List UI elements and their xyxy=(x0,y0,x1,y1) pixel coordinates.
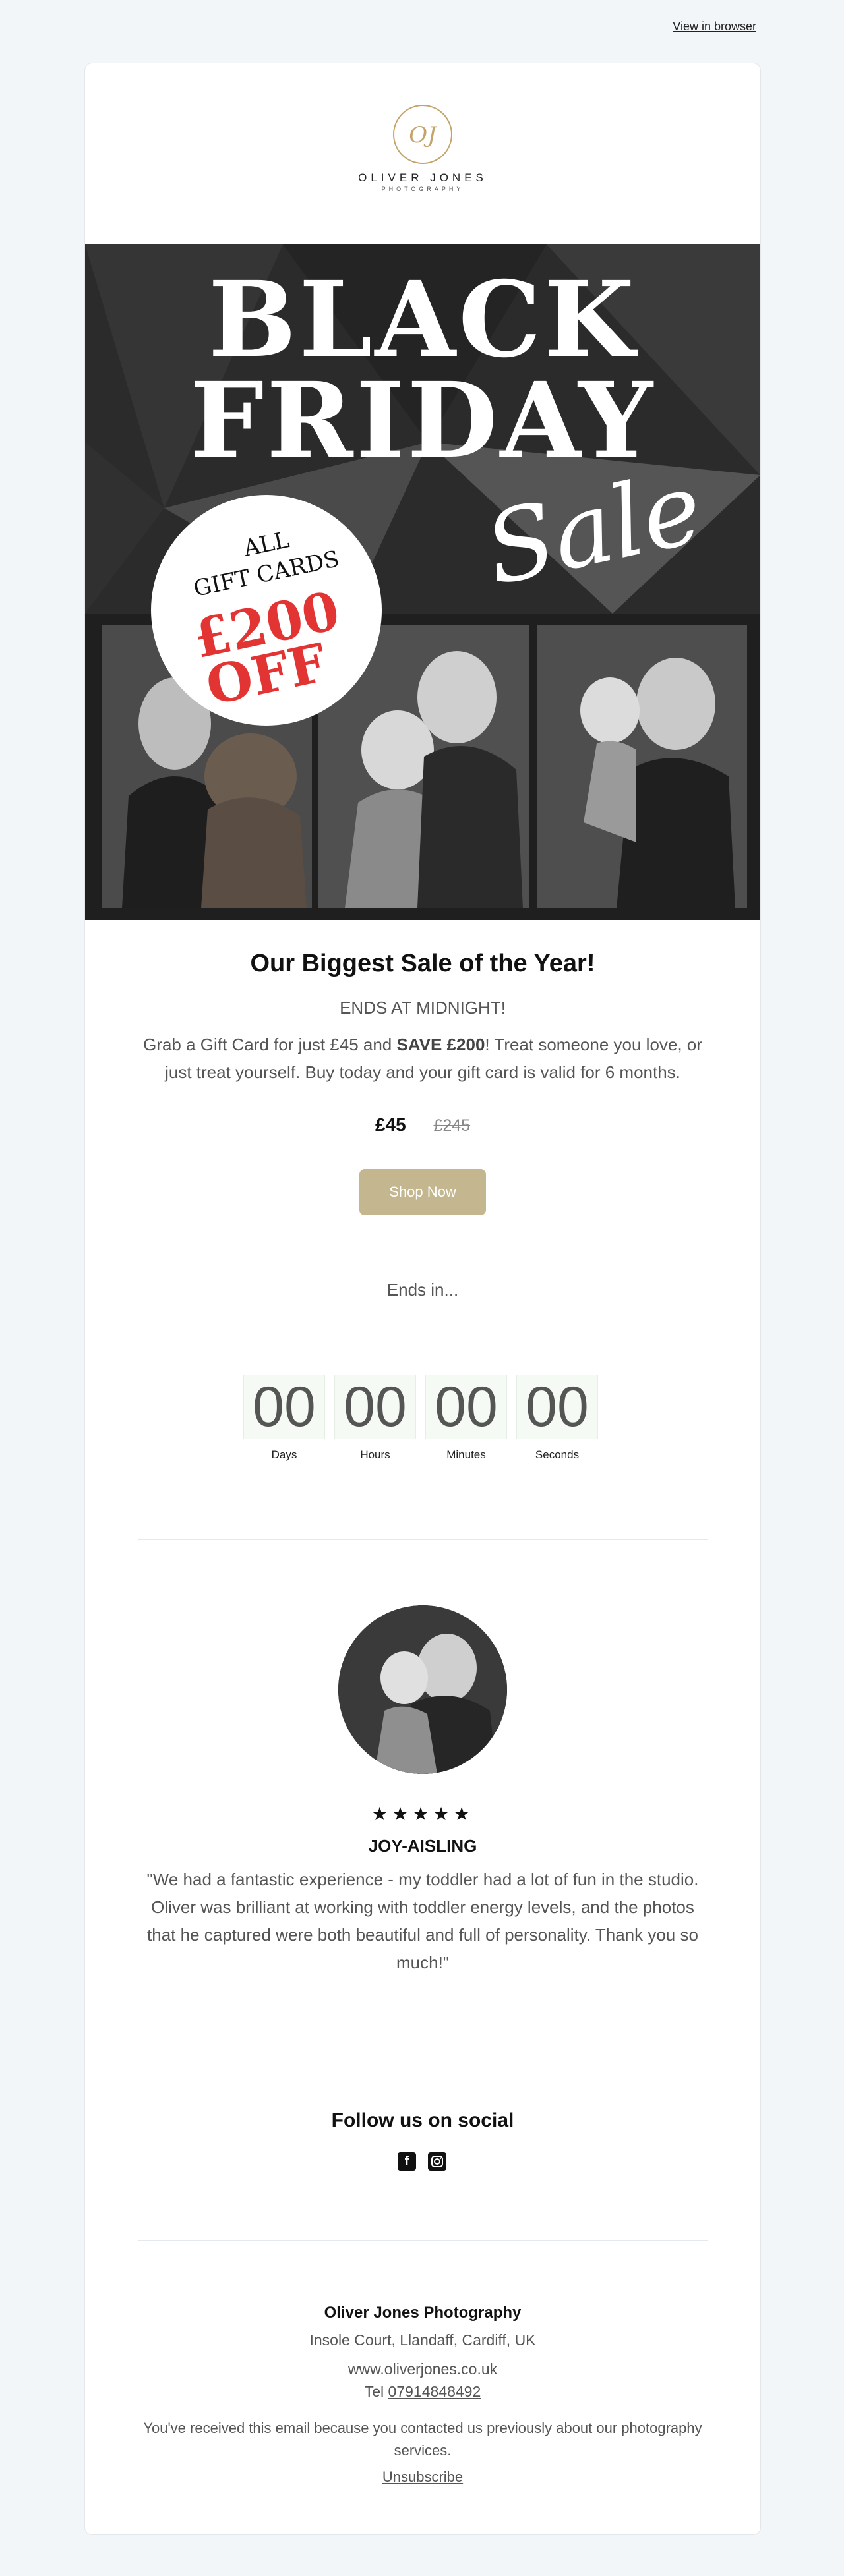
offer-body-text: Grab a Gift Card for just £45 and xyxy=(143,1035,397,1054)
gift-card-discount-badge: ALL GIFT CARDS £200 OFF xyxy=(151,495,382,726)
countdown-timer: 00 Days 00 Hours 00 Minutes 00 Seconds xyxy=(243,1375,602,1467)
price-was: £245 xyxy=(433,1116,471,1135)
footer-note: You've received this email because you c… xyxy=(143,2420,702,2459)
unsubscribe-link[interactable]: Unsubscribe xyxy=(382,2469,463,2485)
offer-title: Our Biggest Sale of the Year! xyxy=(250,950,595,977)
footer-address: Insole Court, Llandaff, Cardiff, UK xyxy=(309,2332,536,2349)
review-stars: ★★★★★ xyxy=(371,1804,474,1824)
countdown-minutes: 00 Minutes xyxy=(425,1375,507,1462)
footer-company: Oliver Jones Photography xyxy=(324,2304,522,2322)
countdown-minutes-value: 00 xyxy=(425,1375,507,1439)
price-row: £45 £245 xyxy=(85,1114,760,1135)
countdown-hours-label: Hours xyxy=(360,1448,390,1461)
reviewer-avatar xyxy=(338,1605,507,1774)
countdown-seconds-label: Seconds xyxy=(535,1448,580,1461)
footer-tel-label: Tel xyxy=(364,2383,388,2400)
offer-body: Grab a Gift Card for just £45 and SAVE £… xyxy=(138,1031,708,1086)
footer-tel: Tel 07914848492 xyxy=(85,2383,760,2401)
social-heading: Follow us on social xyxy=(331,2109,514,2131)
hero-photo-mother-and-baby xyxy=(536,623,748,909)
countdown-hours: 00 Hours xyxy=(334,1375,416,1462)
reviewer-name: JOY-AISLING xyxy=(368,1836,477,1856)
countdown-seconds: 00 Seconds xyxy=(516,1375,598,1462)
instagram-icon[interactable] xyxy=(428,2152,446,2171)
countdown-heading: Ends in... xyxy=(386,1280,459,1300)
view-in-browser-bar: View in browser xyxy=(673,20,756,34)
divider xyxy=(138,1539,708,1540)
brand-logo: OJ OLIVER JONES PHOTOGRAPHY xyxy=(85,103,760,202)
hero-banner[interactable]: BLACK FRIDAY Sale ALL GIFT CARDS £200 OF… xyxy=(85,244,760,920)
logo-monogram-icon: OJ xyxy=(391,103,454,166)
offer-ends: ENDS AT MIDNIGHT! xyxy=(340,998,506,1017)
view-in-browser-link[interactable]: View in browser xyxy=(673,20,756,33)
divider xyxy=(138,2240,708,2241)
brand-tagline: PHOTOGRAPHY xyxy=(381,186,464,192)
countdown-days: 00 Days xyxy=(243,1375,325,1462)
footer-tel-link[interactable]: 07914848492 xyxy=(388,2383,481,2400)
countdown-minutes-label: Minutes xyxy=(446,1448,486,1461)
price-now: £45 xyxy=(375,1114,406,1135)
countdown-days-label: Days xyxy=(271,1448,297,1461)
review-quote: "We had a fantastic experience - my todd… xyxy=(146,1870,699,1972)
offer-body-highlight: SAVE £200 xyxy=(396,1035,485,1054)
svg-text:OJ: OJ xyxy=(409,122,438,148)
email-card: OJ OLIVER JONES PHOTOGRAPHY BLACK FRIDAY… xyxy=(84,63,761,2535)
countdown-days-value: 00 xyxy=(243,1375,325,1439)
footer-website: www.oliverjones.co.uk xyxy=(347,2361,498,2378)
countdown-hours-value: 00 xyxy=(334,1375,416,1439)
countdown-seconds-value: 00 xyxy=(516,1375,598,1439)
shop-now-button[interactable]: Shop Now xyxy=(359,1169,486,1215)
brand-name: OLIVER JONES xyxy=(358,171,487,184)
facebook-icon[interactable]: f xyxy=(398,2152,416,2171)
unsubscribe-row: Unsubscribe xyxy=(85,2469,760,2486)
social-links: f xyxy=(398,2152,448,2175)
